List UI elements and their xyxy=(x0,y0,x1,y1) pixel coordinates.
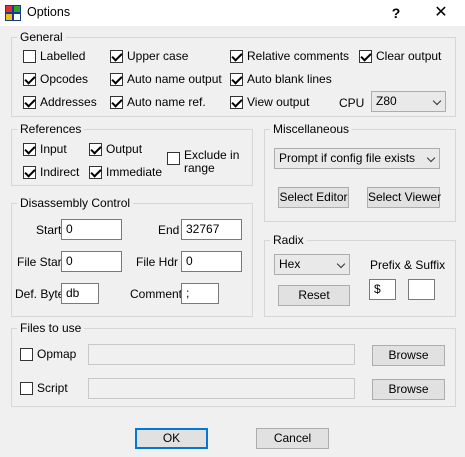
input-checkbox[interactable]: Input xyxy=(23,142,67,157)
auto-blank-lines-checkbox[interactable]: Auto blank lines xyxy=(230,72,332,87)
config-option-select[interactable]: Prompt if config file exists xyxy=(274,148,440,169)
cpu-label: CPU xyxy=(339,96,365,110)
opmap-checkbox[interactable]: Opmap xyxy=(20,347,76,362)
auto-name-ref-checkbox[interactable]: Auto name ref. xyxy=(110,95,206,110)
references-group-title: References xyxy=(17,122,85,136)
file-hdr-input[interactable]: 0 xyxy=(181,251,242,272)
window-title: Options xyxy=(27,5,71,19)
view-output-check-box[interactable] xyxy=(230,96,243,109)
script-path-input[interactable] xyxy=(88,378,355,399)
reset-button[interactable]: Reset xyxy=(278,285,350,306)
addresses-check-box[interactable] xyxy=(23,96,36,109)
view-output-checkbox[interactable]: View output xyxy=(230,95,310,110)
chevron-down-icon xyxy=(336,259,346,269)
clear-output-label: Clear output xyxy=(376,49,442,63)
auto-name-ref-check-box[interactable] xyxy=(110,96,123,109)
cpu-select[interactable]: Z80 xyxy=(371,91,446,112)
start-label: Start xyxy=(36,223,62,237)
app-icon xyxy=(5,5,21,21)
indirect-check-box[interactable] xyxy=(23,166,36,179)
cpu-select-value: Z80 xyxy=(376,94,397,108)
clear-output-check-box[interactable] xyxy=(359,50,372,63)
addresses-checkbox[interactable]: Addresses xyxy=(23,95,97,110)
close-button[interactable]: ✕ xyxy=(427,3,455,23)
def-byte-label: Def. Byte xyxy=(15,287,65,301)
select-editor-button[interactable]: Select Editor xyxy=(278,187,349,208)
radix-select[interactable]: Hex xyxy=(274,254,350,275)
general-group-title: General xyxy=(17,30,66,44)
upper-case-label: Upper case xyxy=(127,49,189,63)
auto-blank-lines-label: Auto blank lines xyxy=(247,72,332,86)
end-label: End xyxy=(158,223,180,237)
help-button[interactable]: ? xyxy=(384,3,408,23)
labelled-label: Labelled xyxy=(40,49,86,63)
output-checkbox[interactable]: Output xyxy=(89,142,142,157)
immediate-checkbox[interactable]: Immediate xyxy=(89,165,162,180)
miscellaneous-group-title: Miscellaneous xyxy=(270,122,353,136)
auto-name-output-checkbox[interactable]: Auto name output xyxy=(110,72,222,87)
prefix-input[interactable]: $ xyxy=(369,279,396,300)
radix-select-value: Hex xyxy=(279,257,301,271)
labelled-check-box[interactable] xyxy=(23,50,36,63)
title-bar: Options ? ✕ xyxy=(0,0,465,26)
config-option-value: Prompt if config file exists xyxy=(279,151,416,165)
clear-output-checkbox[interactable]: Clear output xyxy=(359,49,441,64)
input-check-box[interactable] xyxy=(23,143,36,156)
indirect-checkbox[interactable]: Indirect xyxy=(23,165,79,180)
addresses-label: Addresses xyxy=(40,95,97,109)
opmap-label: Opmap xyxy=(37,347,77,361)
upper-case-check-box[interactable] xyxy=(110,50,123,63)
labelled-checkbox[interactable]: Labelled xyxy=(23,49,85,64)
opmap-check-box[interactable] xyxy=(20,348,33,361)
file-hdr-label: File Hdr xyxy=(136,255,179,269)
chevron-down-icon xyxy=(432,96,442,106)
prefix-suffix-label: Prefix & Suffix xyxy=(370,258,446,272)
comment-label: Comment xyxy=(130,287,183,301)
input-label: Input xyxy=(40,142,67,156)
file-start-input[interactable]: 0 xyxy=(61,251,122,272)
exclude-in-range-checkbox[interactable]: Exclude in range xyxy=(167,149,246,175)
view-output-label: View output xyxy=(247,95,310,109)
output-check-box[interactable] xyxy=(89,143,102,156)
opmap-browse-button[interactable]: Browse xyxy=(372,345,445,366)
comment-input[interactable]: ; xyxy=(181,283,219,304)
auto-blank-lines-check-box[interactable] xyxy=(230,73,243,86)
ok-button[interactable]: OK xyxy=(135,428,208,449)
radix-group-title: Radix xyxy=(270,233,307,247)
exclude-in-range-label: Exclude in range xyxy=(184,148,240,175)
suffix-input[interactable] xyxy=(408,279,435,300)
opcodes-label: Opcodes xyxy=(40,72,89,86)
script-checkbox[interactable]: Script xyxy=(20,381,68,396)
script-browse-button[interactable]: Browse xyxy=(372,379,445,400)
def-byte-input[interactable]: db xyxy=(61,283,99,304)
opcodes-checkbox[interactable]: Opcodes xyxy=(23,72,88,87)
end-input[interactable]: 32767 xyxy=(181,219,242,240)
cancel-button[interactable]: Cancel xyxy=(256,428,329,449)
indirect-label: Indirect xyxy=(40,165,80,179)
upper-case-checkbox[interactable]: Upper case xyxy=(110,49,188,64)
chevron-down-icon xyxy=(426,153,436,163)
miscellaneous-group: Miscellaneous xyxy=(264,122,456,222)
immediate-label: Immediate xyxy=(106,165,163,179)
auto-name-ref-label: Auto name ref. xyxy=(127,95,206,109)
relative-comments-label: Relative comments xyxy=(247,49,350,63)
auto-name-output-check-box[interactable] xyxy=(110,73,123,86)
exclude-in-range-check-box[interactable] xyxy=(167,152,180,165)
relative-comments-check-box[interactable] xyxy=(230,50,243,63)
disassembly-control-group-title: Disassembly Control xyxy=(17,196,134,210)
select-viewer-button[interactable]: Select Viewer xyxy=(367,187,441,208)
relative-comments-checkbox[interactable]: Relative comments xyxy=(230,49,349,64)
opcodes-check-box[interactable] xyxy=(23,73,36,86)
start-input[interactable]: 0 xyxy=(61,219,122,240)
auto-name-output-label: Auto name output xyxy=(127,72,222,86)
opmap-path-input[interactable] xyxy=(88,344,355,365)
script-label: Script xyxy=(37,381,68,395)
output-label: Output xyxy=(106,142,143,156)
files-to-use-group-title: Files to use xyxy=(17,321,85,335)
file-start-label: File Start xyxy=(17,255,66,269)
immediate-check-box[interactable] xyxy=(89,166,102,179)
script-check-box[interactable] xyxy=(20,382,33,395)
